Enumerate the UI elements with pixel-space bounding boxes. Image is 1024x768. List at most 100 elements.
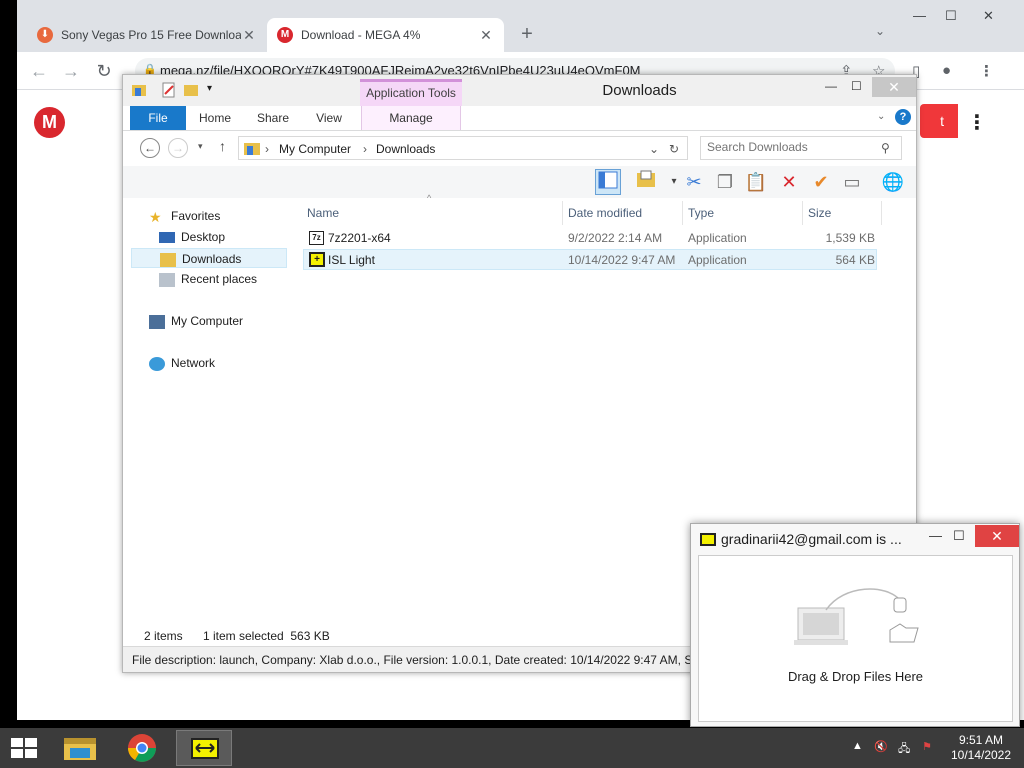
back-arrow-icon[interactable]: ← [140,138,160,158]
chevron-right-icon: › [363,142,367,156]
mega-action-button[interactable]: t [920,104,958,138]
volume-muted-icon[interactable]: 🔇 [874,740,888,753]
close-icon[interactable]: ✕ [241,27,257,44]
rename-icon[interactable]: ▭ [839,169,865,195]
recent-locations-chevron-icon[interactable]: ▾ [198,141,203,152]
globe-icon[interactable]: 🌐 [880,169,906,195]
system-clock[interactable]: 9:51 AM 10/14/2022 [944,733,1018,763]
help-icon[interactable]: ? [895,109,911,125]
nav-network[interactable]: Network [149,353,215,373]
nav-favorites[interactable]: ★ Favorites [149,206,220,226]
recent-places-icon [159,272,175,287]
maximize-icon[interactable]: ☐ [851,79,862,93]
file-drop-zone[interactable]: Drag & Drop Files Here [698,555,1013,722]
clock-date: 10/14/2022 [950,748,1012,762]
tab-mega-download[interactable]: M Download - MEGA 4% ✕ [267,18,504,52]
search-icon[interactable]: ⚲ [881,141,890,155]
close-icon[interactable]: ✕ [478,27,494,44]
check-icon[interactable]: ✔ [808,169,834,195]
copy-icon[interactable]: ❐ [712,169,738,195]
nav-desktop[interactable]: Desktop [159,227,225,247]
cut-icon[interactable]: ✂ [681,169,707,195]
selection-info: 1 item selected 563 KB [203,629,330,643]
tab-home[interactable]: Home [193,106,237,130]
address-dropdown-icon[interactable]: ⌄ [649,142,659,156]
tab-title: Download - MEGA 4% [301,28,421,42]
network-tray-icon[interactable]: 🖧 [898,740,910,759]
nav-label: Downloads [182,252,242,266]
tab-manage[interactable]: Manage [361,106,461,130]
close-window-icon[interactable]: ✕ [983,8,994,24]
window-title: Downloads [602,82,677,99]
navigation-pane: ★ Favorites Desktop Downloads Recent plac… [131,201,287,611]
tray-overflow-icon[interactable]: ▲ [852,740,863,752]
desktop-icon [159,232,175,244]
column-header-type[interactable]: Type [684,201,803,225]
taskbar-isl-light[interactable] [176,730,232,766]
tab-search-chevron-icon[interactable]: ⌄ [875,24,885,38]
taskbar-chrome[interactable] [114,730,170,766]
breadcrumb-downloads[interactable]: Downloads [376,142,435,156]
column-header-date[interactable]: Date modified [564,201,683,225]
chevron-down-icon[interactable]: ⌄ [877,111,885,122]
maximize-icon[interactable]: ☐ [945,8,957,24]
nav-label: Desktop [181,230,226,244]
taskbar-file-explorer[interactable] [52,730,108,766]
chrome-menu-icon[interactable]: ⋮ [979,62,994,80]
tab-title: Sony Vegas Pro 15 Free Download [61,28,241,42]
file-row[interactable]: + ISL Light 10/14/2022 9:47 AM Applicati… [303,249,877,270]
folder-options-icon[interactable] [633,169,659,195]
file-row[interactable]: 7z 7z2201-x64 9/2/2022 2:14 AM Applicati… [303,228,877,249]
nav-downloads[interactable]: Downloads [131,248,287,268]
tab-view[interactable]: View [307,106,351,130]
downloads-folder-icon [160,252,176,267]
windows-start-icon[interactable] [8,737,40,759]
new-tab-button[interactable]: + [515,22,539,46]
breadcrumb-my-computer[interactable]: My Computer [279,142,351,156]
paste-icon[interactable]: 📋 [743,169,769,195]
minimize-icon[interactable]: — [913,8,926,23]
forward-arrow-icon[interactable]: → [168,138,188,158]
breadcrumb[interactable]: › My Computer › Downloads ⌄ ↻ [238,136,688,160]
file-size: 564 KB [835,253,875,267]
taskbar: ▲ 🔇 🖧 ⚑ 9:51 AM 10/14/2022 [0,728,1024,768]
column-header-size[interactable]: Size [804,201,882,225]
tab-file[interactable]: File [130,106,186,130]
file-type: Application [688,231,747,245]
close-icon[interactable]: ✕ [975,525,1019,547]
back-arrow-icon[interactable]: ← [29,61,49,81]
column-header-name[interactable]: Name [303,201,563,225]
address-bar: ← → ▾ ↑ › My Computer › Downloads ⌄ ↻ ⚲ [123,132,916,165]
minimize-icon[interactable]: — [825,79,837,93]
reload-icon[interactable]: ↻ [94,61,114,81]
refresh-icon[interactable]: ↻ [669,142,679,156]
delete-icon[interactable]: ✕ [776,169,802,195]
explorer-titlebar: ▾ Application Tools Downloads — ☐ ✕ [123,75,916,106]
nav-label: Network [171,356,216,370]
chrome-icon [128,734,156,762]
tab-share[interactable]: Share [251,106,295,130]
mega-logo[interactable]: M [34,107,65,138]
search-input[interactable] [707,140,877,154]
nav-label: My Computer [171,314,244,328]
mega-menu-icon[interactable]: ⋮ [967,110,987,135]
preview-pane-icon[interactable] [595,169,621,195]
drag-drop-illustration-icon [794,588,919,645]
tab-sony-vegas[interactable]: ⬇ Sony Vegas Pro 15 Free Download ✕ [27,18,267,52]
action-center-alert-icon[interactable]: ⚑ [922,740,932,753]
command-toolbar: ▾ ✂ ❐ 📋 ✕ ✔ ▭ 🌐 [123,166,916,198]
up-arrow-icon[interactable]: ↑ [219,138,226,154]
nav-my-computer[interactable]: My Computer [149,311,243,331]
ribbon-tabs: File Home Share View Manage ⌄ ? [123,106,916,131]
file-size: 1,539 KB [825,231,875,245]
forward-arrow-icon[interactable]: → [61,61,81,81]
minimize-icon[interactable]: — [929,528,942,543]
search-box[interactable]: ⚲ [700,136,902,160]
maximize-icon[interactable]: ☐ [953,528,965,544]
file-explorer-icon [64,738,96,760]
mega-favicon-icon: M [277,27,293,43]
profile-avatar-icon[interactable]: ● [942,62,951,79]
close-icon[interactable]: ✕ [872,77,916,97]
isl-app-icon [700,533,716,546]
nav-recent-places[interactable]: Recent places [159,269,257,289]
